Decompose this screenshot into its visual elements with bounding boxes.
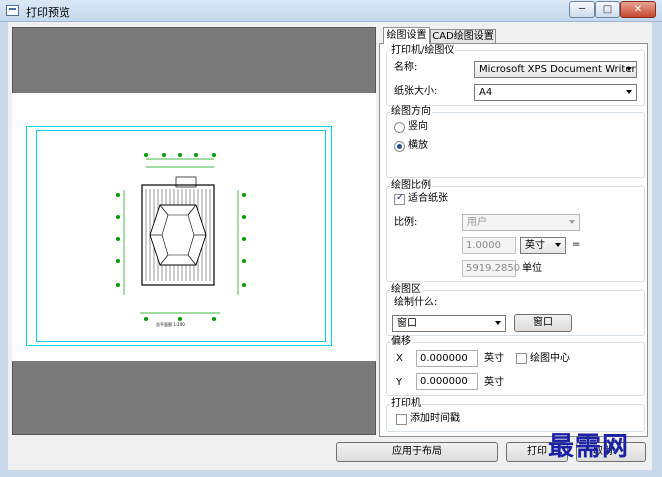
offset-x-unit: 英寸 bbox=[484, 353, 504, 364]
plot-what-label: 绘制什么: bbox=[394, 297, 438, 308]
equals-sign: = bbox=[572, 239, 581, 250]
chevron-down-icon bbox=[569, 220, 575, 224]
plot-area-group-title: 绘图区 bbox=[390, 284, 422, 296]
fit-to-paper-label: 适合纸张 bbox=[408, 193, 448, 204]
paper-size-label: 纸张大小: bbox=[394, 86, 438, 97]
fit-to-paper-checkbox[interactable] bbox=[394, 192, 405, 205]
title-bar[interactable] bbox=[0, 0, 662, 22]
maximize-icon: □ bbox=[602, 4, 613, 15]
landscape-radio[interactable] bbox=[394, 141, 405, 152]
printer-options-group-title: 打印机 bbox=[390, 398, 422, 410]
offset-y-input[interactable]: 0.000000 bbox=[416, 373, 478, 390]
orientation-group-title: 绘图方向 bbox=[390, 106, 432, 118]
scale-unit-select[interactable]: 英寸 bbox=[520, 237, 566, 254]
close-button[interactable]: ✕ bbox=[620, 1, 656, 18]
chevron-down-icon bbox=[555, 243, 561, 247]
center-plot-checkbox[interactable] bbox=[516, 353, 527, 364]
ratio-value: 用户 bbox=[467, 217, 487, 228]
chevron-down-icon bbox=[626, 67, 632, 71]
window-frame-bottom bbox=[0, 470, 662, 477]
ratio-select[interactable]: 用户 bbox=[462, 214, 580, 231]
portrait-label: 竖向 bbox=[408, 121, 428, 132]
offset-y-unit: 英寸 bbox=[484, 377, 504, 388]
app-icon bbox=[6, 5, 19, 16]
select-window-button[interactable]: 窗口 bbox=[514, 314, 572, 332]
floor-plan-drawing bbox=[116, 153, 246, 321]
tab-plot-settings[interactable]: 绘图设置 bbox=[383, 27, 430, 44]
add-timestamp-label: 添加时间戳 bbox=[410, 413, 460, 424]
minimize-button[interactable]: ─ bbox=[569, 1, 595, 18]
watermark-logo: 最需网 bbox=[548, 432, 630, 462]
printer-name-label: 名称: bbox=[394, 62, 418, 73]
scale-group-title: 绘图比例 bbox=[390, 180, 432, 192]
offset-y-label: Y bbox=[396, 377, 403, 388]
minimize-icon: ─ bbox=[578, 4, 586, 15]
window-frame-right bbox=[652, 22, 662, 477]
tab-cad-plot-settings[interactable]: CAD绘图设置 bbox=[430, 29, 496, 44]
plot-what-select[interactable]: 窗口 bbox=[392, 315, 506, 332]
ratio-label: 比例: bbox=[394, 217, 418, 228]
scale-inches-input[interactable]: 1.0000 bbox=[462, 237, 516, 254]
scale-unit-value: 英寸 bbox=[525, 240, 545, 251]
offset-group-title: 偏移 bbox=[390, 336, 412, 348]
offset-x-input[interactable]: 0.000000 bbox=[416, 350, 478, 367]
offset-x-label: X bbox=[396, 353, 403, 364]
add-timestamp-checkbox[interactable] bbox=[396, 414, 407, 425]
printer-group-title: 打印机/绘图仪 bbox=[390, 45, 456, 57]
window-title: 打印预览 bbox=[26, 6, 70, 19]
window-frame-left bbox=[0, 22, 8, 477]
plot-what-value: 窗口 bbox=[397, 318, 417, 329]
settings-panel: 打印机/绘图仪 名称: Microsoft XPS Document Write… bbox=[379, 43, 648, 437]
printer-name-value: Microsoft XPS Document Writer bbox=[479, 64, 636, 75]
close-icon: ✕ bbox=[633, 4, 643, 15]
scale-units-input[interactable]: 5919.2850 bbox=[462, 260, 520, 277]
landscape-label: 横放 bbox=[408, 140, 428, 151]
center-plot-label: 绘图中心 bbox=[530, 353, 570, 364]
paper-size-select[interactable]: A4 bbox=[474, 84, 637, 101]
apply-to-layout-button[interactable]: 应用于布局 bbox=[336, 442, 498, 462]
maximize-button[interactable]: □ bbox=[595, 1, 620, 18]
portrait-radio[interactable] bbox=[394, 122, 405, 133]
chevron-down-icon bbox=[626, 90, 632, 94]
drawing-caption: 总平面图 1:100 bbox=[156, 322, 185, 327]
units-label: 单位 bbox=[522, 263, 542, 274]
paper-size-value: A4 bbox=[479, 87, 493, 98]
printer-name-select[interactable]: Microsoft XPS Document Writer bbox=[474, 61, 637, 78]
chevron-down-icon bbox=[495, 321, 501, 325]
